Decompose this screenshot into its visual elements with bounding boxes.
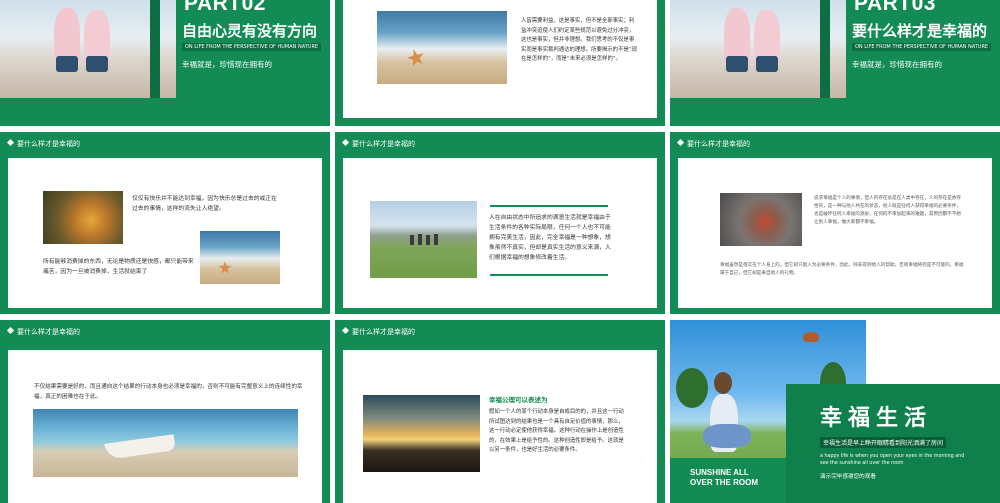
- diamond-icon: [341, 138, 350, 147]
- slide-part02[interactable]: PART02 自由心灵有没有方向 ON LIFE FROM THE PERSPE…: [0, 0, 330, 126]
- slide-card: 不仅结果需要是好的，而且通向这个结果的行动本身也必须是幸福的，否则不可能有完整意…: [8, 350, 322, 503]
- sunset-paragraph: 假如一个人的某个行动本身是自成目的的，并且这一行动所试图达到的结果也是一个具有自…: [489, 409, 624, 453]
- photo-boat-on-beach: [33, 409, 298, 477]
- part-number: PART03: [854, 0, 936, 15]
- part-subtitle: 幸福就是，珍惜现在拥有的: [852, 60, 942, 69]
- slide-card: 仅仅有快乐并不能达到幸福，因为快乐总是过去的或正在过去的事情，这样的流失让人绝望…: [8, 158, 322, 308]
- boat-paragraph: 不仅结果需要是好的，而且通向这个结果的行动本身也必须是幸福的，否则不可能有完整意…: [34, 384, 303, 400]
- slide-part03[interactable]: PART03 要什么样才是幸福的 ON LIFE FROM THE PERSPE…: [670, 0, 1000, 126]
- final-thanks: 演示完毕感谢您的观看: [820, 474, 876, 480]
- diamond-icon: [6, 138, 15, 147]
- accent-line-top: [490, 205, 608, 207]
- slide-card: 幸福公理可以表述为 假如一个人的某个行动本身是自成目的的，并且这一行动所试图达到…: [343, 350, 657, 503]
- slide-redleaf[interactable]: 要什么样才是幸福的 追求幸福是个人的事情，但人的存在总是在人类中存在，人的存在是…: [670, 132, 1000, 314]
- slide-card: 追求幸福是个人的事情，但人的存在总是在人类中存在，人的存在是依存性的，是一种与他…: [678, 158, 992, 308]
- slide-starfish[interactable]: 人皆需要利益，这是事实，但不是全部事实；利益冲突迫使人们约定某些规范以避免过分冲…: [335, 0, 665, 126]
- part-english: ON LIFE FROM THE PERSPECTIVE OF HUMAN NA…: [182, 43, 322, 51]
- photo-starfish-beach: [200, 231, 280, 284]
- slide-final[interactable]: SUNSHINE ALL OVER THE ROOM 幸福生活 幸福生活是早上睁…: [670, 320, 1000, 503]
- redleaf-paragraph-1: 追求幸福是个人的事情，但人的存在总是在人类中存在，人的存在是依存性的，是一种与他…: [814, 196, 962, 225]
- slide-sunset[interactable]: 要什么样才是幸福的 幸福公理可以表述为 假如一个人的某个行动本身是自成目的的，并…: [335, 320, 665, 503]
- final-subtitle: 幸福生活是早上睁开眼睛看到阳光洒满了房间: [820, 437, 947, 448]
- part-title: 自由心灵有没有方向: [182, 22, 318, 40]
- slide-boat[interactable]: 要什么样才是幸福的 不仅结果需要是好的，而且通向这个结果的行动本身也必须是幸福的…: [0, 320, 330, 503]
- diamond-icon: [676, 138, 685, 147]
- final-english: a happy life is when you open your eyes …: [820, 454, 965, 466]
- section-label: 要什么样才是幸福的: [6, 138, 80, 149]
- section-label: 要什么样才是幸福的: [341, 138, 415, 149]
- field-paragraph: 人在自由状态中所追求的满意生活就是幸福由于生活条件的各种实际局限，任何一个人也不…: [489, 215, 611, 261]
- part-title: 要什么样才是幸福的: [852, 22, 988, 40]
- slide-leaf[interactable]: 要什么样才是幸福的 仅仅有快乐并不能达到幸福，因为快乐总是过去的或正在过去的事情…: [0, 132, 330, 314]
- leaf-paragraph-2: 所有能够消费掉的东西，无论是物质还是快感，都只能带来痛苦，因为一旦被消费掉，生活…: [43, 259, 194, 275]
- part-english: ON LIFE FROM THE PERSPECTIVE OF HUMAN NA…: [852, 43, 992, 51]
- part-number: PART02: [184, 0, 266, 15]
- sunset-heading: 幸福公理可以表述为: [489, 396, 548, 404]
- slide-card: 人皆需要利益，这是事实，但不是全部事实；利益冲突迫使人们约定某些规范以避免过分冲…: [343, 0, 657, 118]
- leaf-paragraph-1: 仅仅有快乐并不能达到幸福，因为快乐总是过去的或正在过去的事情，这样的流失让人绝望…: [132, 196, 277, 212]
- diamond-icon: [6, 326, 15, 335]
- sunshine-text: SUNSHINE ALL OVER THE ROOM: [690, 468, 759, 487]
- accent-line-bottom: [490, 274, 608, 276]
- diamond-icon: [341, 326, 350, 335]
- section-label: 要什么样才是幸福的: [6, 326, 80, 337]
- photo-autumn-leaf: [43, 191, 123, 244]
- final-title: 幸福生活: [820, 406, 933, 431]
- section-label: 要什么样才是幸福的: [341, 326, 415, 337]
- photo-people-in-field: [370, 201, 477, 278]
- slide-card: 人在自由状态中所追求的满意生活就是幸福由于生活条件的各种实际局限，任何一个人也不…: [343, 158, 657, 308]
- photo-sunset-crowd: [363, 395, 480, 472]
- slide-field[interactable]: 要什么样才是幸福的 人在自由状态中所追求的满意生活就是幸福由于生活条件的各种实际…: [335, 132, 665, 314]
- redleaf-paragraph-2: 幸福虽然是落实在个人身上的，但它却只能入为必要条件，因此，除非得到他人的帮助，否…: [720, 263, 964, 276]
- part-subtitle: 幸福就是，珍惜现在拥有的: [182, 60, 272, 69]
- starfish-paragraph: 人皆需要利益，这是事实，但不是全部事实；利益冲突迫使人们约定某些规范以避免过分冲…: [521, 18, 637, 62]
- photo-starfish-beach: [377, 11, 507, 84]
- section-label: 要什么样才是幸福的: [676, 138, 750, 149]
- photo-red-leaf: [720, 193, 802, 246]
